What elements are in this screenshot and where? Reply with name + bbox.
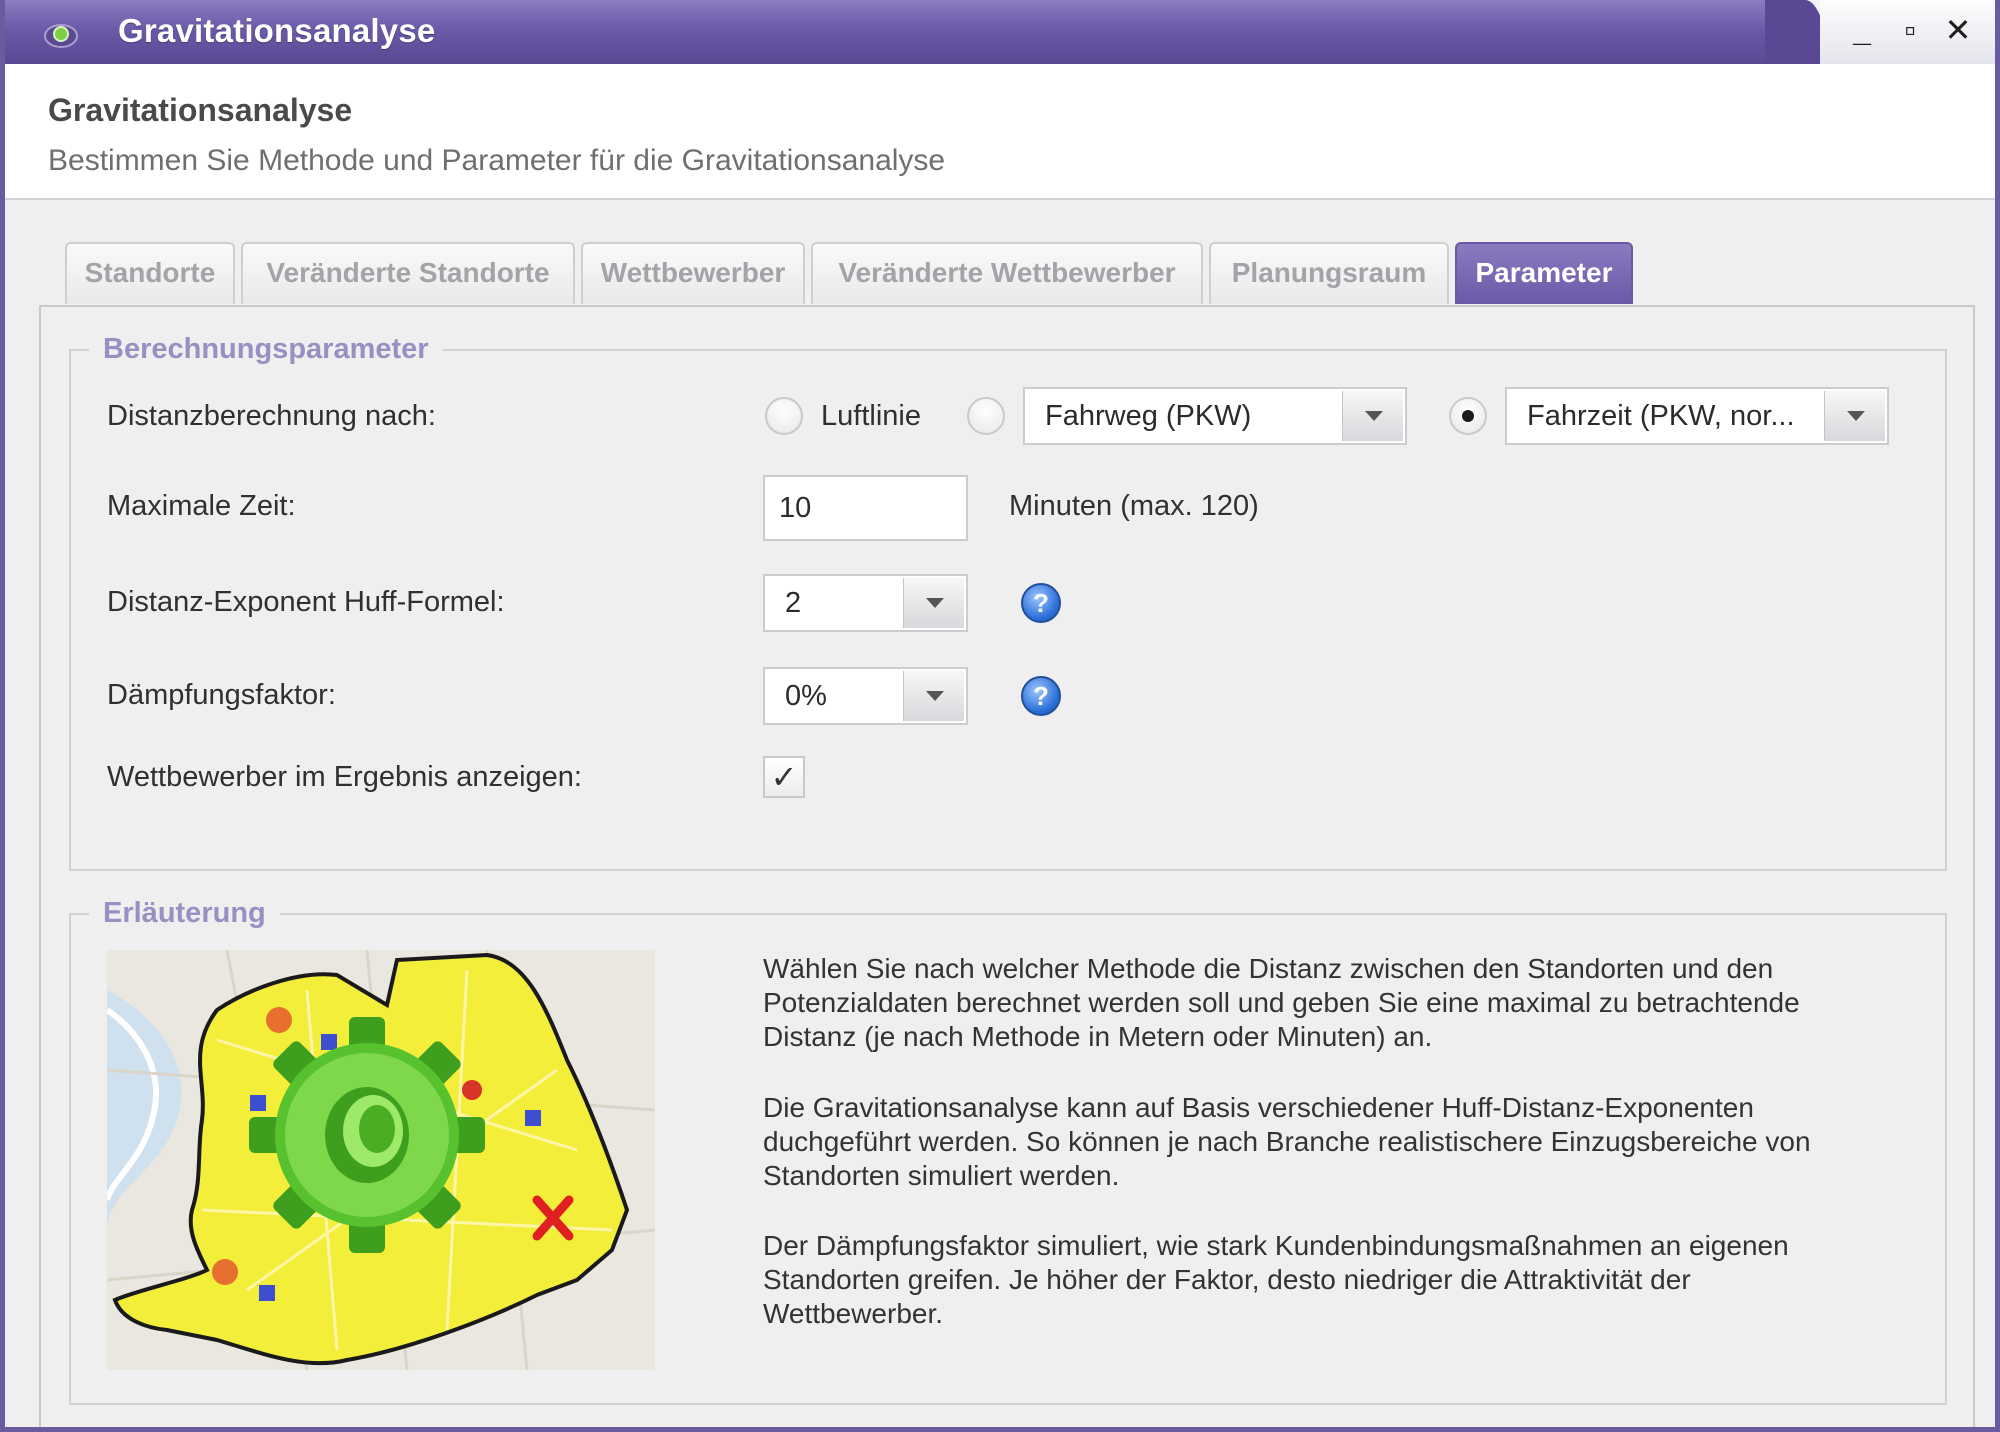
luftlinie-label[interactable]: Luftlinie <box>821 400 921 433</box>
explanation-line: Wählen Sie nach welcher Methode die Dist… <box>763 953 1774 984</box>
tab-veraenderte-standorte[interactable]: Veränderte Standorte <box>241 242 575 304</box>
app-window: Gravitationsanalyse _ ▫ ✕ Gravitationsan… <box>0 0 2000 1432</box>
window-controls: _ ▫ ✕ <box>1820 0 1995 64</box>
chevron-down-icon[interactable] <box>903 578 964 628</box>
damping-select[interactable]: 0% <box>763 667 968 725</box>
chevron-down-icon[interactable] <box>1342 391 1403 441</box>
explanation-line: duchgeführt werden. So können je nach Br… <box>763 1126 1811 1157</box>
huff-exponent-label: Distanz-Exponent Huff-Formel: <box>107 586 505 618</box>
explanation-line: Standorten simuliert werden. <box>763 1160 1120 1191</box>
chevron-down-icon[interactable] <box>903 671 964 721</box>
app-icon <box>44 24 78 48</box>
calculation-parameters-legend: Berechnungsparameter <box>103 333 429 365</box>
minimize-button[interactable]: _ <box>1842 6 1882 54</box>
fahrweg-select[interactable]: Fahrweg (PKW) <box>1023 387 1407 445</box>
radio-fahrweg[interactable] <box>967 397 1005 435</box>
radio-luftlinie[interactable] <box>765 397 803 435</box>
explanation-line: Standorten greifen. Je höher der Faktor,… <box>763 1264 1691 1295</box>
max-time-label: Maximale Zeit: <box>107 490 296 522</box>
fahrzeit-select[interactable]: Fahrzeit (PKW, nor... <box>1505 387 1889 445</box>
dialog-title: Gravitationsanalyse <box>48 92 353 128</box>
title-bar[interactable]: Gravitationsanalyse _ ▫ ✕ <box>5 0 1995 64</box>
huff-exponent-value: 2 <box>785 587 802 619</box>
radio-selected-dot <box>1462 410 1474 422</box>
fahrzeit-select-value: Fahrzeit (PKW, nor... <box>1527 400 1795 432</box>
close-button[interactable]: ✕ <box>1938 6 1978 54</box>
tab-veraenderte-wettbewerber[interactable]: Veränderte Wettbewerber <box>811 242 1203 304</box>
question-icon[interactable]: ? <box>1021 676 1061 716</box>
radio-fahrzeit[interactable] <box>1449 397 1487 435</box>
map-illustration <box>107 950 655 1370</box>
explanation-line: Distanz (je nach Methode in Metern oder … <box>763 1021 1433 1052</box>
distance-method-label: Distanzberechnung nach: <box>107 400 436 432</box>
chevron-down-icon[interactable] <box>1824 391 1885 441</box>
question-icon[interactable]: ? <box>1021 583 1061 623</box>
explanation-line: Potenzialdaten berechnet werden soll und… <box>763 987 1800 1018</box>
max-time-unit: Minuten (max. 120) <box>1009 490 1259 522</box>
explanation-legend: Erläuterung <box>103 897 266 929</box>
damping-label: Dämpfungsfaktor: <box>107 679 336 711</box>
fahrweg-select-value: Fahrweg (PKW) <box>1045 400 1252 432</box>
max-time-input[interactable]: 10 <box>763 475 968 541</box>
tab-parameter[interactable]: Parameter <box>1455 242 1633 304</box>
window-title: Gravitationsanalyse <box>118 12 436 49</box>
tab-planungsraum[interactable]: Planungsraum <box>1209 242 1449 304</box>
explanation-line: Die Gravitationsanalyse kann auf Basis v… <box>763 1092 1754 1123</box>
tab-standorte[interactable]: Standorte <box>65 242 235 304</box>
checkmark-icon: ✓ <box>770 759 798 795</box>
max-time-value: 10 <box>779 492 812 524</box>
show-competitors-label: Wettbewerber im Ergebnis anzeigen: <box>107 761 582 793</box>
explanation-line: Der Dämpfungsfaktor simuliert, wie stark… <box>763 1230 1789 1261</box>
dialog-subtitle: Bestimmen Sie Methode und Parameter für … <box>48 144 946 177</box>
tab-wettbewerber[interactable]: Wettbewerber <box>581 242 805 304</box>
damping-value: 0% <box>785 680 827 712</box>
explanation-line: Wettbewerber. <box>763 1298 944 1329</box>
huff-exponent-select[interactable]: 2 <box>763 574 968 632</box>
show-competitors-checkbox[interactable]: ✓ <box>763 756 805 798</box>
maximize-button[interactable]: ▫ <box>1890 6 1930 54</box>
gear-icon <box>249 1017 485 1253</box>
dialog-header: Gravitationsanalyse Bestimmen Sie Method… <box>5 64 1995 200</box>
